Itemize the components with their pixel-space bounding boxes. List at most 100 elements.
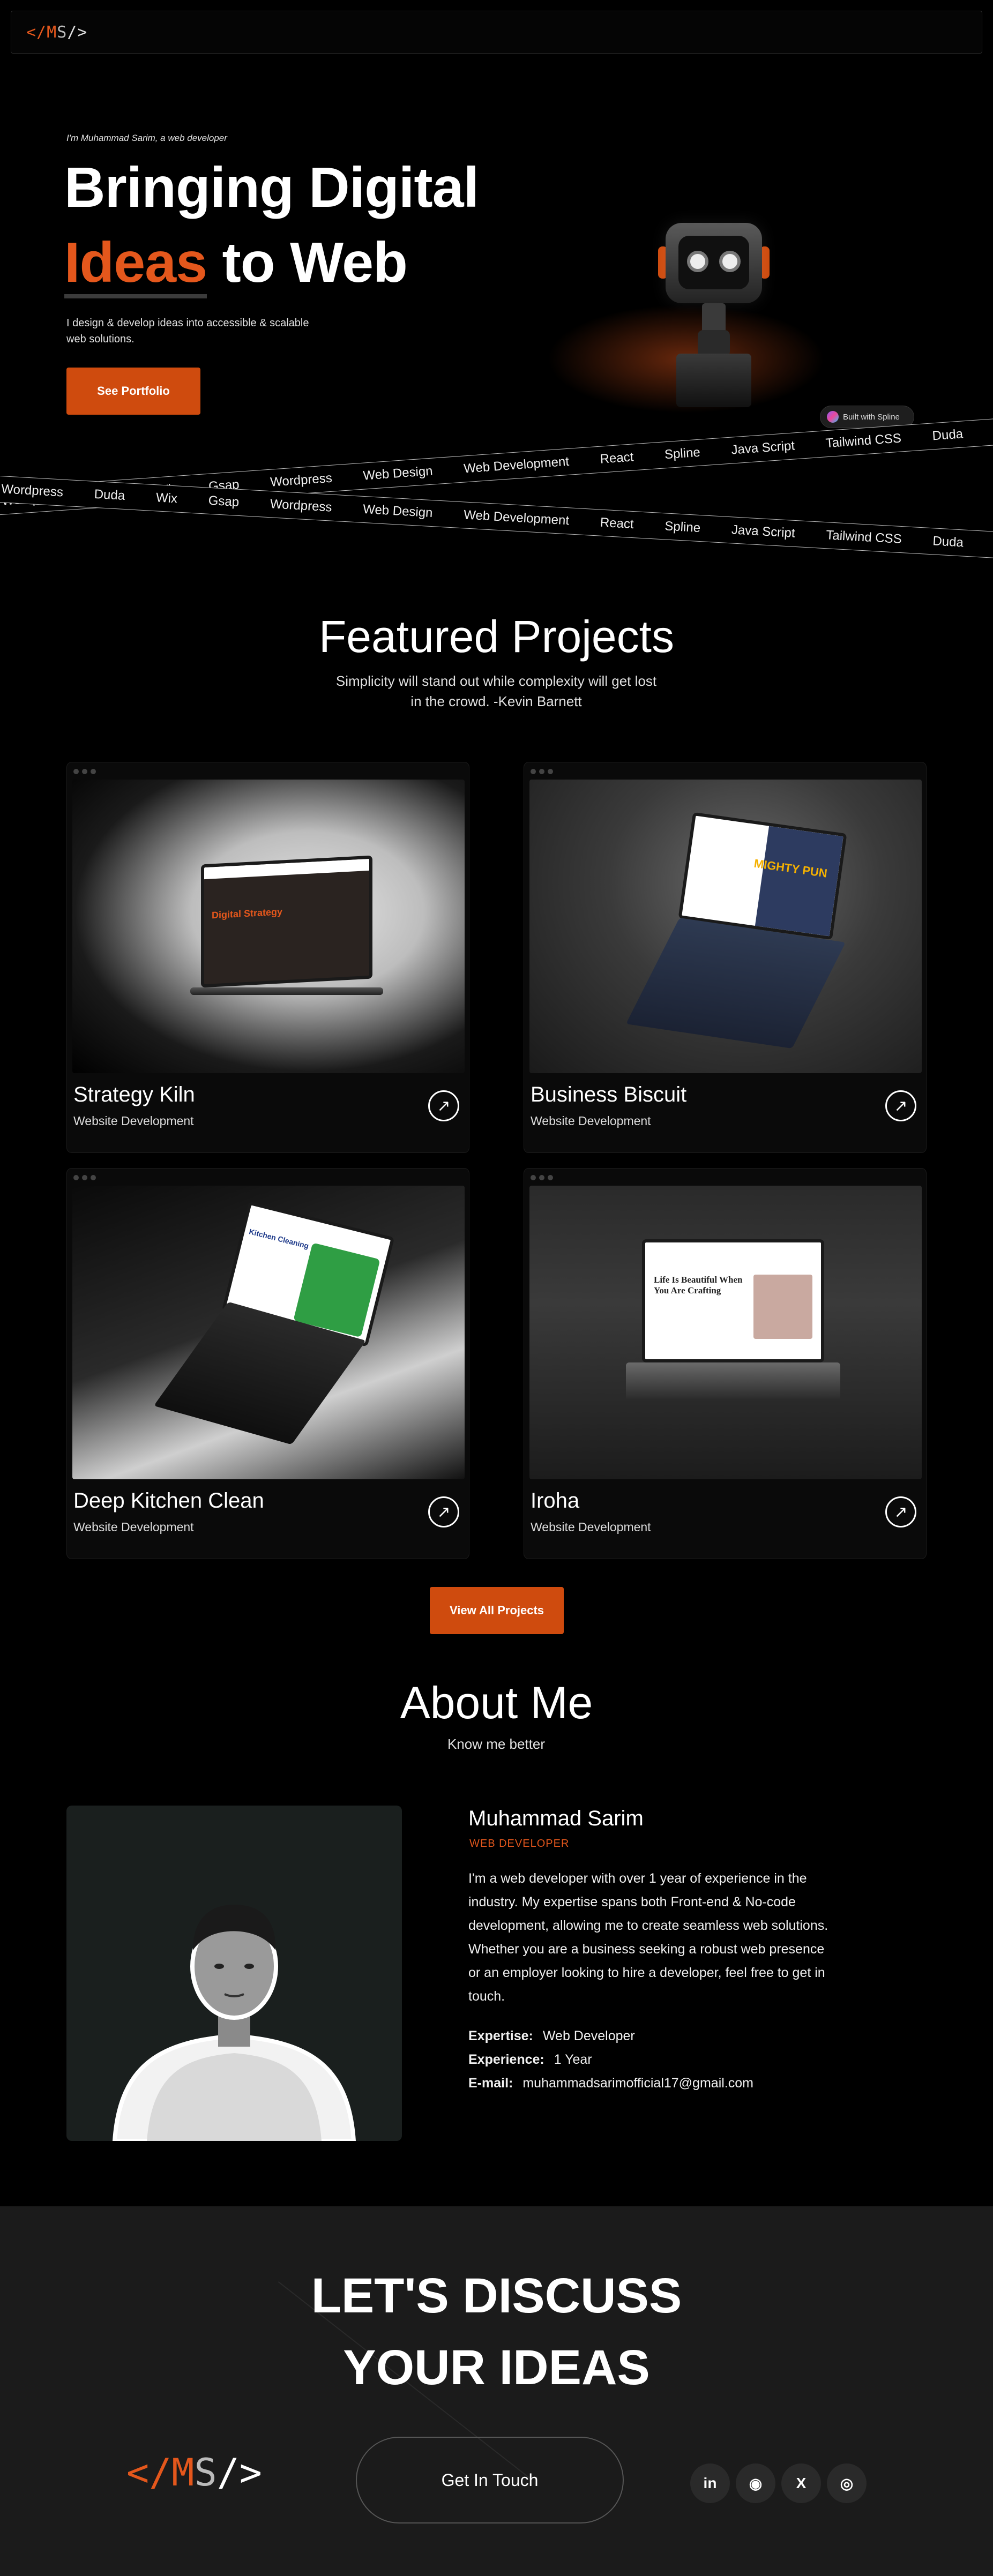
logo-bracket-close: /> xyxy=(67,23,88,42)
logo-letter-m: M xyxy=(47,23,57,42)
robot-face xyxy=(678,236,749,289)
logo-letter-s: S xyxy=(57,23,68,42)
skill-tag: Java Script xyxy=(731,522,796,541)
arrow-up-right-icon[interactable]: ↗ xyxy=(428,1090,459,1121)
profile-portrait-illustration xyxy=(112,1905,356,2141)
experience-label: Experience: xyxy=(468,2052,544,2067)
footer-logo[interactable]: </MS/> xyxy=(126,2451,262,2495)
logo-bracket-open: </ xyxy=(26,23,47,42)
logo-letter-s: S xyxy=(194,2451,217,2495)
hero-title-rest: to Web xyxy=(207,231,408,294)
hero-kicker: I'm Muhammad Sarim, a web developer xyxy=(66,133,227,143)
project-screenshot: Kitchen Cleaning xyxy=(72,1186,465,1479)
laptop-base xyxy=(626,918,846,1049)
hero-description: I design & develop ideas into accessible… xyxy=(66,317,309,345)
spline-logo-icon xyxy=(827,411,839,423)
skill-tag: React xyxy=(600,515,634,532)
email-link[interactable]: muhammadsarimofficial17@gmail.com xyxy=(522,2076,753,2091)
about-expertise-row: Expertise: Web Developer xyxy=(468,2028,635,2044)
laptop-screen: Life Is Beautiful When You Are Crafting xyxy=(642,1239,824,1362)
skill-tag: Wordpress xyxy=(270,470,333,490)
x-icon[interactable]: X xyxy=(781,2463,821,2503)
about-name: Muhammad Sarim xyxy=(468,1807,644,1830)
project-title: Deep Kitchen Clean xyxy=(73,1489,264,1512)
project-screenshot: Digital Strategy xyxy=(72,780,465,1073)
skill-tag: Spline xyxy=(664,519,701,536)
arrow-up-right-icon[interactable]: ↗ xyxy=(885,1090,916,1121)
skill-tag: React xyxy=(599,450,634,467)
hero-title-accent: Ideas xyxy=(64,231,207,298)
hero-title-line1: Bringing Digital xyxy=(64,156,479,219)
project-screenshot: MIGHTY PUN xyxy=(529,780,922,1073)
project-type: Website Development xyxy=(531,1114,651,1128)
project-card-strategy-kiln[interactable]: Digital Strategy Strategy Kiln Website D… xyxy=(66,762,469,1153)
arrow-up-right-icon[interactable]: ↗ xyxy=(428,1496,459,1527)
project-title: Business Biscuit xyxy=(531,1083,687,1106)
skill-tag: Web Design xyxy=(362,463,434,483)
skill-tag: Web Development xyxy=(463,507,570,528)
about-subtitle: Know me better xyxy=(447,1736,546,1752)
dribbble-icon[interactable]: ◎ xyxy=(827,2463,867,2503)
project-screenshot: Life Is Beautiful When You Are Crafting xyxy=(529,1186,922,1479)
about-title: About Me xyxy=(400,1678,593,1728)
skill-tag: Web Design xyxy=(362,501,434,521)
experience-value: 1 Year xyxy=(554,2052,592,2067)
robot-neck xyxy=(702,303,726,333)
window-dots xyxy=(531,1175,553,1180)
project-card-deep-kitchen-clean[interactable]: Kitchen Cleaning Deep Kitchen Clean Webs… xyxy=(66,1168,469,1559)
laptop-base xyxy=(626,1362,840,1400)
laptop-screen-headline: Life Is Beautiful When You Are Crafting xyxy=(654,1275,743,1296)
skill-tag: Duda xyxy=(94,486,125,504)
robot-left-eye xyxy=(687,251,708,272)
see-portfolio-button[interactable]: See Portfolio xyxy=(66,368,200,415)
skill-tag: Duda xyxy=(931,426,964,444)
skill-tag: Wordpress xyxy=(1,482,64,500)
laptop-screen-headline: Kitchen Cleaning xyxy=(248,1227,310,1250)
project-title: Strategy Kiln xyxy=(73,1083,195,1106)
view-all-projects-button[interactable]: View All Projects xyxy=(430,1587,564,1634)
laptop-screen: MIGHTY PUN xyxy=(678,812,847,940)
skill-tag: Tailwind CSS xyxy=(825,528,902,547)
arrow-up-right-icon[interactable]: ↗ xyxy=(885,1496,916,1527)
laptop-screen: Digital Strategy xyxy=(201,855,372,988)
skill-tag: Duda xyxy=(932,534,964,550)
get-in-touch-button[interactable]: Get In Touch xyxy=(356,2437,624,2523)
project-title: Iroha xyxy=(531,1489,580,1512)
skill-tag: Wix xyxy=(155,490,178,506)
hero-title-line2: Ideas to Web xyxy=(64,225,479,300)
window-dots xyxy=(73,769,96,774)
about-bio: I'm a web developer with over 1 year of … xyxy=(468,1871,828,2004)
laptop-base xyxy=(190,987,383,995)
expertise-value: Web Developer xyxy=(542,2028,635,2043)
project-type: Website Development xyxy=(531,1520,651,1534)
github-icon[interactable]: ◉ xyxy=(736,2463,775,2503)
expertise-label: Expertise: xyxy=(468,2028,533,2043)
featured-projects-title: Featured Projects xyxy=(319,611,674,662)
window-dots xyxy=(73,1175,96,1180)
logo-bracket-open: </ xyxy=(126,2451,172,2495)
about-experience-row: Experience: 1 Year xyxy=(468,2052,592,2068)
footer: LET'S DISCUSS YOUR IDEAS </MS/> Get In T… xyxy=(0,2206,993,2576)
project-type: Website Development xyxy=(73,1114,194,1128)
robot-right-eye xyxy=(719,251,741,272)
robot-feet xyxy=(698,330,730,357)
project-card-iroha[interactable]: Life Is Beautiful When You Are Crafting … xyxy=(524,1168,927,1559)
project-card-business-biscuit[interactable]: MIGHTY PUN Business Biscuit Website Deve… xyxy=(524,762,927,1153)
featured-projects-subtitle: Simplicity will stand out while complexi… xyxy=(335,673,657,709)
robot-pedestal xyxy=(676,354,751,407)
skill-tag: Tailwind CSS xyxy=(825,431,902,451)
skill-tag: Spline xyxy=(664,445,701,462)
project-type: Website Development xyxy=(73,1520,194,1534)
laptop-screen-headline: Digital Strategy xyxy=(212,906,283,921)
skill-tag: Web Development xyxy=(463,454,570,476)
window-dots xyxy=(531,769,553,774)
linkedin-icon[interactable]: in xyxy=(690,2463,730,2503)
robot-head[interactable] xyxy=(666,223,762,303)
site-logo[interactable]: </MS/> xyxy=(26,23,87,42)
logo-letter-m: M xyxy=(171,2451,195,2495)
footer-cta-title: LET'S DISCUSS YOUR IDEAS xyxy=(0,2260,993,2403)
about-role: WEB DEVELOPER xyxy=(469,1838,570,1849)
about-email-row: E-mail: muhammadsarimofficial17@gmail.com xyxy=(468,2076,753,2091)
skill-tag: Gsap xyxy=(208,493,240,510)
spline-badge-label: Built with Spline xyxy=(843,412,900,422)
